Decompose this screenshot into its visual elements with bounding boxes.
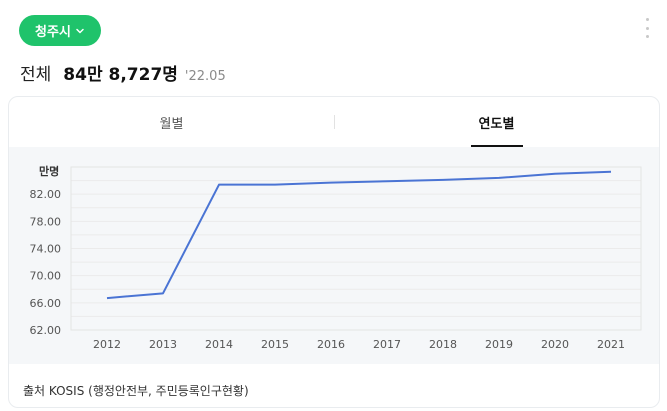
x-tick-label: 2021 [597,338,625,351]
tab-yearly[interactable]: 연도별 [334,97,659,147]
y-tick-label: 62.00 [30,324,62,337]
region-label: 청주시 [35,25,71,40]
tab-divider [334,115,335,129]
data-source: 출처 KOSIS (행정안전부, 주민등록인구현황) [23,384,249,398]
summary-date: '22.05 [184,69,226,84]
y-tick-label: 66.00 [30,297,62,310]
region-select-button[interactable]: 청주시 [19,15,101,46]
summary-value: 84만 8,727명 [63,65,178,85]
y-tick-label: 78.00 [30,215,62,228]
population-summary: 전체 84만 8,727명 '22.05 [20,60,226,85]
y-unit-label: 만명 [39,164,59,178]
x-tick-label: 2013 [149,338,177,351]
x-tick-label: 2015 [261,338,289,351]
x-tick-label: 2012 [93,338,121,351]
x-tick-label: 2019 [485,338,513,351]
population-chart-card: 월별 연도별 만명 62.00 66.00 70.00 74.00 78.00 82.00 2… [8,96,660,408]
line-chart: 만명 62.00 66.00 70.00 74.00 78.00 82.00 2012 2013… [30,164,642,351]
x-tick-label: 2017 [373,338,401,351]
x-tick-label: 2014 [205,338,233,351]
y-tick-label: 70.00 [30,270,62,283]
tab-monthly[interactable]: 월별 [9,97,334,147]
y-tick-label: 74.00 [30,243,62,256]
more-options-icon[interactable] [641,18,653,38]
x-tick-label: 2018 [429,338,457,351]
summary-label: 전체 [20,65,52,85]
chart-area: 만명 62.00 66.00 70.00 74.00 78.00 82.00 2012 2013… [9,147,659,364]
chevron-down-icon [76,28,84,33]
x-tick-label: 2020 [541,338,569,351]
x-tick-label: 2016 [317,338,345,351]
y-tick-label: 82.00 [30,188,62,201]
